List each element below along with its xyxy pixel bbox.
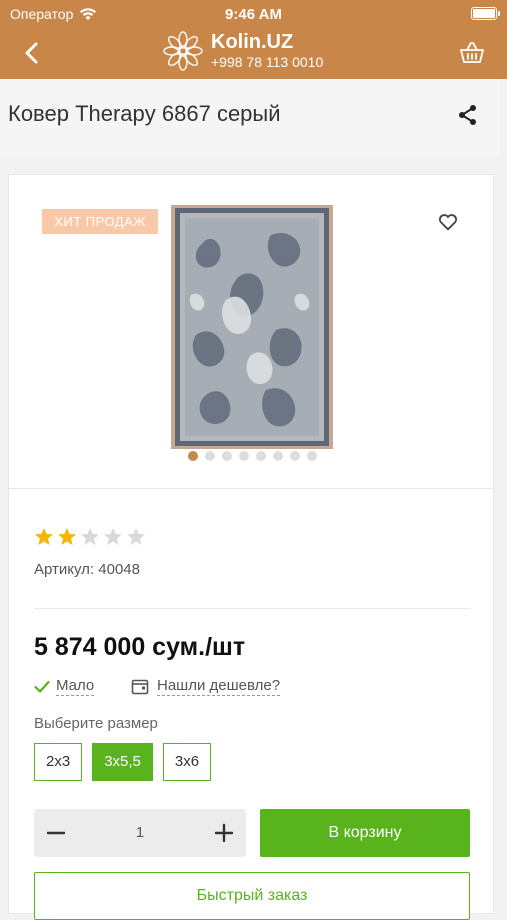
- heart-icon[interactable]: [437, 211, 459, 233]
- size-label: Выберите размер: [34, 715, 158, 732]
- star-icon: [58, 528, 76, 545]
- stock-status: Мало: [34, 677, 95, 696]
- gallery-dot[interactable]: [307, 451, 317, 461]
- brand-name: Kolin.UZ: [211, 31, 294, 53]
- product-title-bar: Ковер Therapy 6867 серый: [0, 79, 500, 156]
- gallery-dot[interactable]: [205, 451, 215, 461]
- gallery-dot[interactable]: [188, 451, 198, 461]
- battery-icon: [471, 7, 500, 20]
- quick-order-button[interactable]: Быстрый заказ: [34, 872, 470, 920]
- gallery-dot[interactable]: [290, 451, 300, 461]
- stock-text: Мало: [56, 677, 95, 696]
- size-option-3x6[interactable]: 3x6: [162, 743, 212, 781]
- product-image[interactable]: [171, 205, 333, 449]
- rating-stars: [34, 527, 146, 547]
- sku-label: Артикул: 40048: [34, 561, 140, 578]
- wallet-icon: [131, 679, 149, 694]
- size-option-3x5-5[interactable]: 3x5,5: [92, 743, 153, 781]
- price: 5 874 000 сум./шт: [34, 633, 246, 661]
- gallery-dot[interactable]: [239, 451, 249, 461]
- found-cheaper-text[interactable]: Нашли дешевле?: [157, 677, 281, 696]
- plus-icon[interactable]: [212, 821, 236, 845]
- gallery-dot[interactable]: [256, 451, 266, 461]
- star-icon: [81, 528, 99, 545]
- clock: 9:46 AM: [225, 6, 282, 23]
- share-icon[interactable]: [456, 103, 480, 127]
- quantity-stepper: 1: [34, 809, 246, 857]
- product-title: Ковер Therapy 6867 серый: [8, 101, 281, 126]
- size-option-2x3[interactable]: 2x3: [34, 743, 83, 781]
- star-icon: [104, 528, 122, 545]
- add-to-cart-button[interactable]: В корзину: [260, 809, 470, 857]
- divider: [34, 608, 471, 609]
- found-cheaper-link[interactable]: Нашли дешевле?: [131, 677, 281, 696]
- gallery-pagination[interactable]: [188, 451, 317, 461]
- brand[interactable]: Kolin.UZ +998 78 113 0010: [163, 31, 323, 71]
- logo-icon: [163, 31, 203, 71]
- star-icon: [35, 528, 53, 545]
- check-icon: [34, 680, 50, 693]
- size-selector: 2x3 3x5,5 3x6: [34, 743, 212, 781]
- brand-phone: +998 78 113 0010: [211, 54, 324, 70]
- status-bar: Оператор 9:46 AM: [0, 0, 507, 28]
- back-arrow-icon[interactable]: [18, 38, 48, 68]
- basket-icon[interactable]: [459, 40, 485, 66]
- bestseller-badge: ХИТ ПРОДАЖ: [42, 209, 158, 234]
- nav-bar: Kolin.UZ +998 78 113 0010: [0, 28, 507, 79]
- star-icon: [127, 528, 145, 545]
- brand-text: Kolin.UZ +998 78 113 0010: [211, 31, 323, 71]
- gallery-dot[interactable]: [273, 451, 283, 461]
- gallery-dot[interactable]: [222, 451, 232, 461]
- product-card: ХИТ ПРОДАЖ Артикул: 40048 5 874 000 сум.…: [8, 174, 494, 920]
- image-gallery[interactable]: ХИТ ПРОДАЖ: [9, 175, 493, 489]
